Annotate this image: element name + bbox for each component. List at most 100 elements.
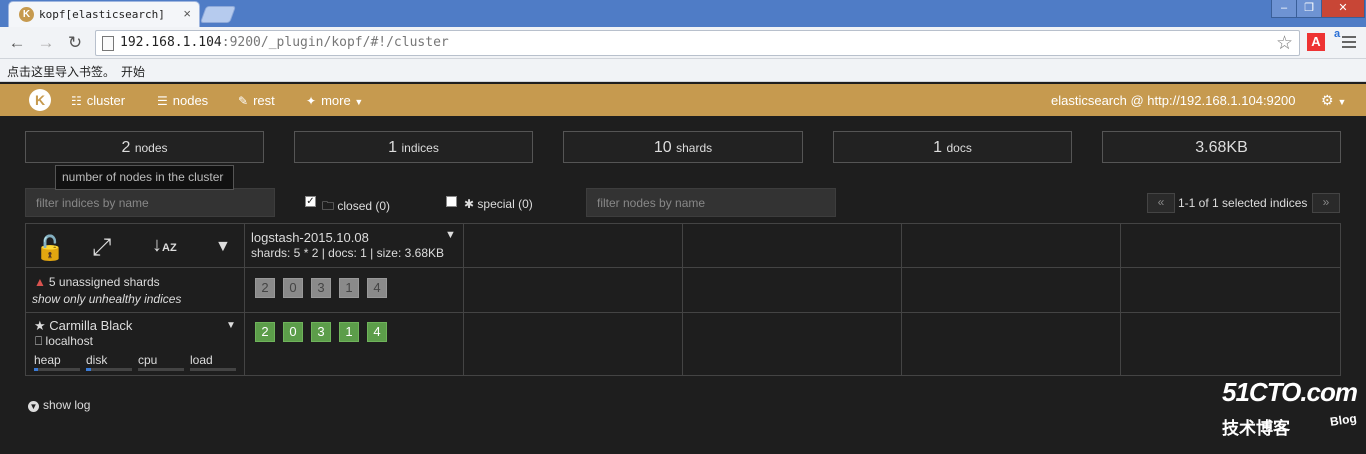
stat-docs-label: docs [946,141,972,155]
grid-divider [26,312,1340,313]
metric-heap-bar [34,368,80,371]
assigned-shard[interactable]: 3 [311,322,331,342]
assigned-shard[interactable]: 2 [255,322,275,342]
grid-divider [682,224,683,375]
metric-disk-bar [86,368,132,371]
stat-docs: 1 docs [833,131,1072,163]
index-menu-caret-icon[interactable]: ▼ [445,229,456,241]
minimize-button[interactable]: – [1271,0,1297,18]
sitemap-icon: ☷ [71,94,82,108]
node-name[interactable]: ★ Carmilla Black [34,318,132,334]
stat-indices-label: indices [401,141,439,155]
unassigned-warning-text: 5 unassigned shards [48,275,160,289]
nav-nodes[interactable]: ☰ nodes [157,93,208,108]
stat-indices: 1 indices [294,131,533,163]
expand-icon[interactable]: ⤢ [92,234,111,262]
url-text[interactable]: 192.168.1.104:9200/_plugin/kopf/#!/clust… [120,35,449,50]
filter-nodes-input[interactable]: filter nodes by name [586,188,836,217]
cluster-url: elasticsearch @ http://192.168.1.104:920… [1051,93,1296,108]
nav-nodes-label: nodes [172,93,209,108]
stat-shards-value: 10 [653,139,672,156]
address-bar[interactable]: 192.168.1.104:9200/_plugin/kopf/#!/clust… [95,30,1300,56]
watermark-logo: 51CTO.com [1222,377,1358,407]
prev-page-button[interactable]: « [1147,193,1175,213]
node-menu-caret-icon[interactable]: ▼ [226,320,236,331]
unassigned-shard[interactable]: 3 [311,278,331,298]
sort-alpha-icon[interactable]: ↓AZ [152,234,177,257]
unassigned-shard[interactable]: 2 [255,278,275,298]
bookmark-star-icon[interactable]: ☆ [1276,32,1293,55]
extension-translate-icon[interactable]: a [1334,28,1340,40]
unassigned-shard[interactable]: 4 [367,278,387,298]
url-host: 192.168.1.104 [120,35,222,50]
grid-divider [26,267,1340,268]
grid-divider [244,224,245,375]
stat-shards: 10 shards [563,131,803,163]
kopf-logo-icon[interactable]: K [29,89,51,111]
browser-menu-icon[interactable] [1342,36,1356,51]
window-close-button[interactable]: ✕ [1321,0,1365,18]
show-unhealthy-link[interactable]: show only unhealthy indices [32,292,181,306]
maximize-button[interactable]: ❐ [1296,0,1322,18]
stat-shards-label: shards [676,141,713,155]
kopf-favicon-icon: K [19,7,34,22]
unassigned-shard[interactable]: 1 [339,278,359,298]
filter-indices-input[interactable]: filter indices by name [25,188,275,217]
node-host-text: localhost [45,334,93,348]
bookmark-import[interactable]: 点击这里导入书签。 [7,63,115,80]
assigned-shard[interactable]: 1 [339,322,359,342]
assigned-shard[interactable]: 0 [283,322,303,342]
close-tab-icon[interactable]: × [183,6,191,21]
back-arrow-icon[interactable]: ← [6,32,28,54]
browser-tab[interactable]: K kopf[elasticsearch] × [8,1,200,27]
cluster-grid: 🔓 ⤢ ↓AZ ▼ logstash-2015.10.08 ▼ shards: … [25,223,1341,376]
stat-indices-value: 1 [388,139,398,156]
show-log-link[interactable]: ▼ show log [28,398,90,412]
new-tab-button[interactable] [199,6,237,23]
edit-icon: ✎ [238,94,249,108]
nav-more[interactable]: ✦ more ▼ [306,93,363,108]
closed-checkbox[interactable]: ✓ [305,196,316,207]
unlock-icon[interactable]: 🔓 [35,234,65,263]
stat-nodes-value: 2 [121,139,131,156]
stat-size-value: 3.68KB [1195,139,1248,156]
metric-load: load [190,353,236,371]
metric-cpu: cpu [138,353,184,371]
wand-icon: ✦ [306,94,317,108]
caret-down-icon[interactable]: ▼ [215,238,231,256]
index-name[interactable]: logstash-2015.10.08 [251,230,369,245]
next-page-button[interactable]: » [1312,193,1340,213]
gear-icon[interactable]: ⚙ ▼ [1321,92,1346,109]
url-path: :9200/_plugin/kopf/#!/cluster [221,35,449,50]
bookmark-start[interactable]: 开始 [121,63,145,80]
browser-titlebar: K kopf[elasticsearch] × – ❐ ✕ [0,0,1366,27]
special-checkbox[interactable] [446,196,457,207]
metric-load-bar [190,368,236,371]
nav-rest[interactable]: ✎ rest [238,93,275,108]
grid-divider [1120,224,1121,375]
metric-disk-label: disk [86,353,108,367]
master-star-icon: ★ [34,318,46,333]
metric-heap: heap [34,353,80,371]
browser-toolbar: ← → ↻ 192.168.1.104:9200/_plugin/kopf/#!… [0,27,1366,59]
closed-label-text: closed (0) [337,199,391,213]
chevron-down-icon: ▼ [28,401,39,412]
metric-heap-label: heap [34,353,61,367]
extension-a-icon[interactable]: A [1307,33,1325,51]
nav-cluster-label: cluster [86,93,126,108]
grid-divider [901,224,902,375]
grid-divider [463,224,464,375]
kopf-navbar: K ☷ cluster ☰ nodes ✎ rest ✦ more ▼ elastics… [0,84,1366,116]
forward-arrow-icon[interactable]: → [35,32,57,54]
stat-docs-value: 1 [933,139,943,156]
nav-more-label: more [321,93,351,108]
special-label-text: special (0) [477,197,533,211]
warning-icon: ▲ [34,275,46,289]
stat-nodes: 2 nodes [25,131,264,163]
unassigned-shard[interactable]: 0 [283,278,303,298]
assigned-shard[interactable]: 4 [367,322,387,342]
reload-icon[interactable]: ↻ [64,32,86,54]
caret-down-icon: ▼ [354,97,364,107]
nav-cluster[interactable]: ☷ cluster [71,93,125,108]
special-label: ✱ special (0) [464,197,533,211]
